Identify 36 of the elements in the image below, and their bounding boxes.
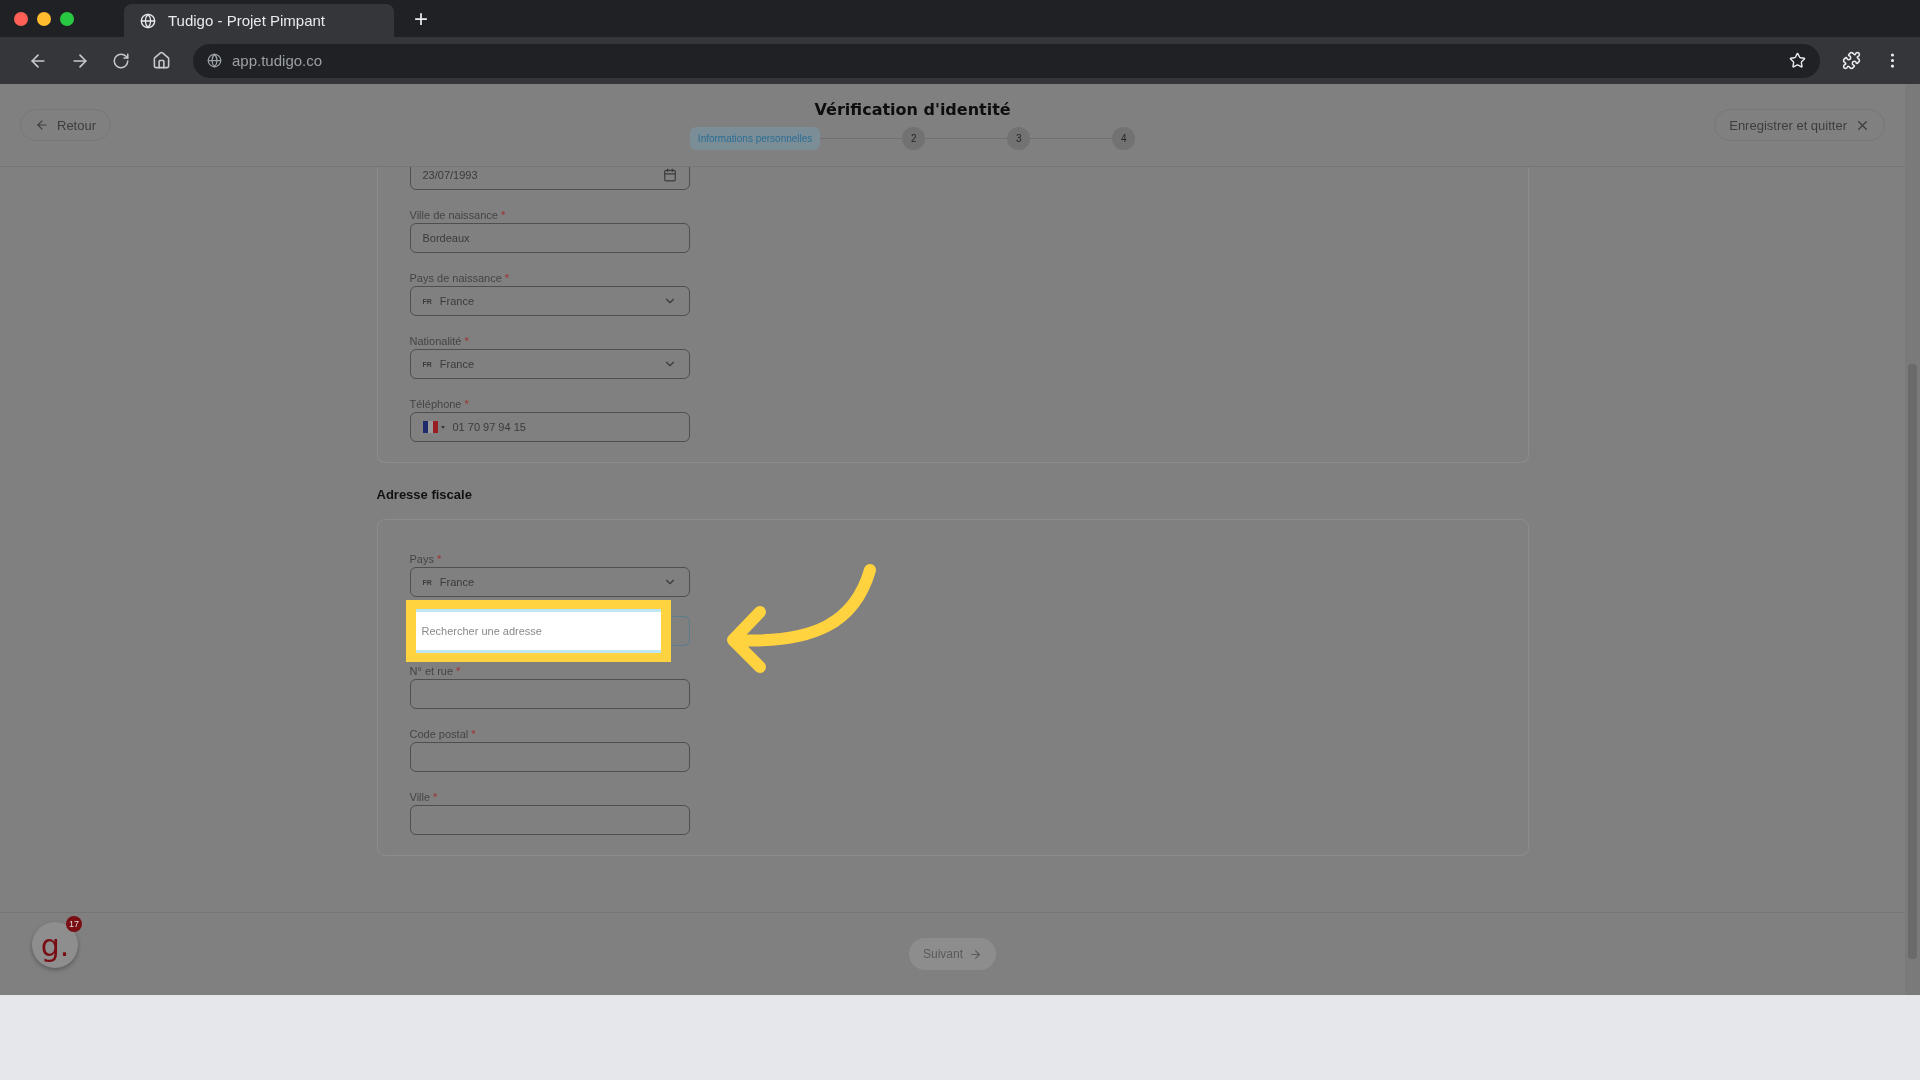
section-title: Adresse fiscale <box>376 487 473 502</box>
maximize-window-icon[interactable] <box>60 11 74 26</box>
globe-icon <box>207 53 222 68</box>
step-indicator: 2 <box>902 127 926 150</box>
text-field[interactable]: Bordeaux <box>409 223 690 253</box>
minimize-window-icon[interactable] <box>37 11 51 26</box>
page-title: Vérification d'identité <box>814 100 1011 119</box>
field-label: Téléphone * <box>409 398 470 410</box>
field-label: Pays * <box>409 553 443 565</box>
browser-tab[interactable]: Tudigo - Projet Pimpant <box>124 4 394 37</box>
extensions-icon[interactable] <box>1842 51 1861 70</box>
field-label: Pays de naissance * <box>409 272 511 284</box>
phone-field[interactable]: 01 70 97 94 15 <box>409 412 690 442</box>
count-badge: 17 <box>66 916 82 932</box>
step-indicator: 3 <box>1007 127 1031 150</box>
date-field[interactable]: 23/07/1993 <box>409 167 690 190</box>
home-icon[interactable] <box>152 51 171 70</box>
field-label: Code postal * <box>409 728 477 740</box>
text-field[interactable] <box>409 805 690 835</box>
flag-icon <box>422 421 445 433</box>
calendar-icon <box>662 168 677 182</box>
field-label: Nationalité * <box>409 335 470 347</box>
text-field[interactable] <box>409 679 690 709</box>
address-field <box>672 616 690 646</box>
text-field[interactable] <box>409 742 690 772</box>
address-bar[interactable]: app.tudigo.co <box>193 43 1820 78</box>
search-field[interactable]: Rechercher une adresse <box>415 609 661 653</box>
reload-icon[interactable] <box>112 51 130 70</box>
globe-icon <box>140 12 156 29</box>
step-indicator: Informations personnelles <box>689 127 821 150</box>
bookmark-star-icon[interactable] <box>1789 52 1806 69</box>
new-tab-button[interactable]: + <box>414 4 428 33</box>
step-indicator: 4 <box>1112 127 1136 150</box>
close-window-icon[interactable] <box>14 11 28 26</box>
arrow-right-icon <box>969 947 982 961</box>
field-label: N° et rue * <box>409 665 462 677</box>
